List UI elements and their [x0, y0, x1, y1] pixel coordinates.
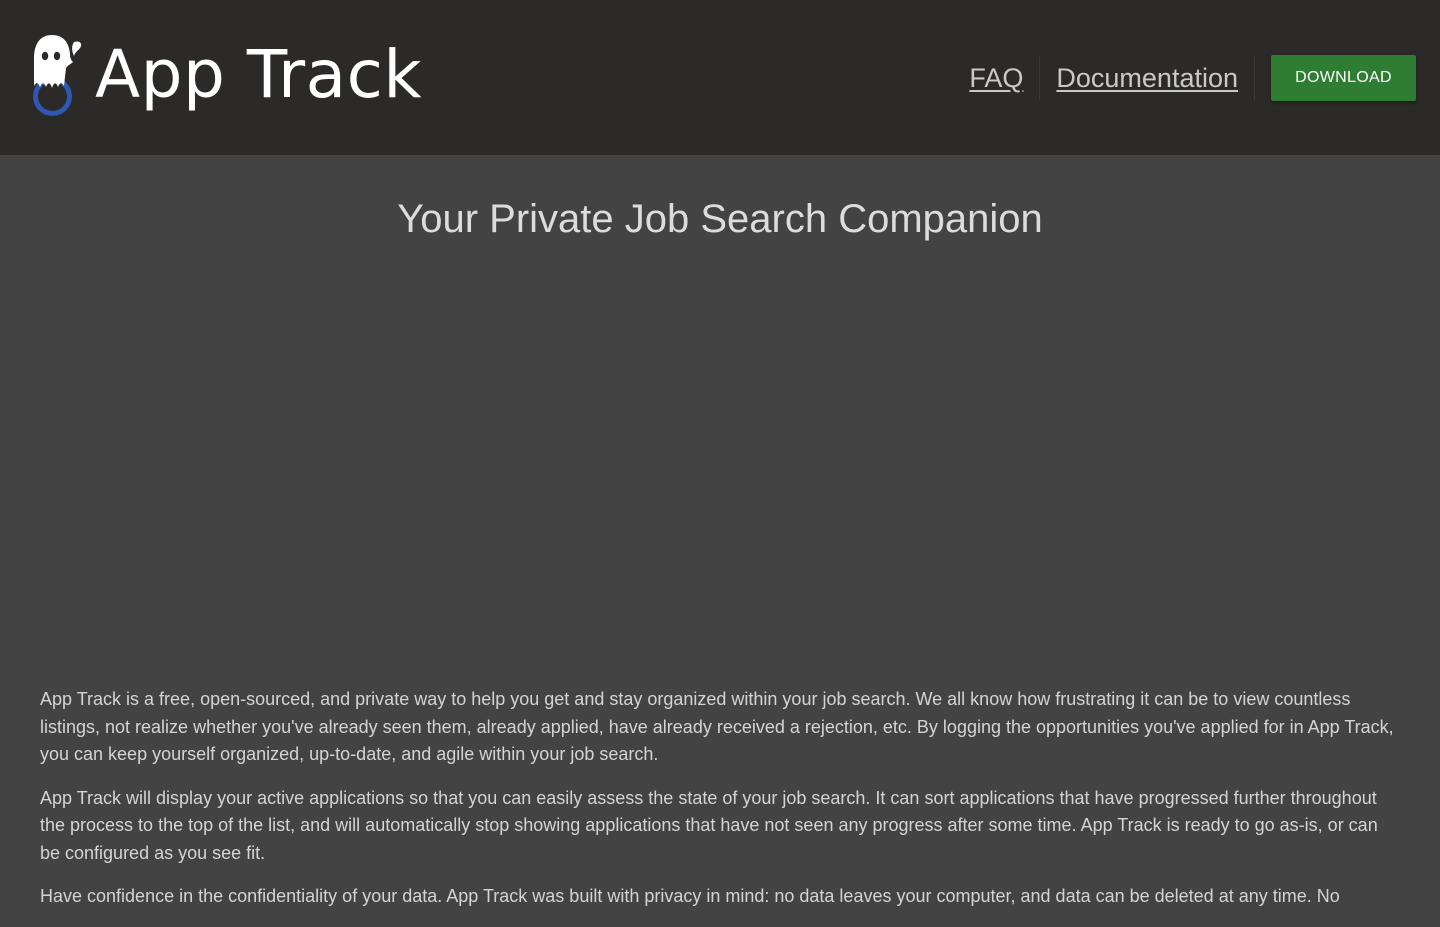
intro-paragraph: Have confidence in the confidentiality o…	[40, 886, 1340, 906]
intro-paragraph: App Track will display your active appli…	[40, 787, 1378, 863]
nav-divider	[1254, 56, 1255, 100]
site-header: App Track FAQ Documentation DOWNLOAD	[0, 0, 1440, 155]
page-tagline: Your Private Job Search Companion	[397, 197, 1043, 241]
intro-paragraph: App Track is a free, open-sourced, and p…	[40, 689, 1394, 764]
download-button[interactable]: DOWNLOAD	[1271, 55, 1416, 101]
top-nav: FAQ Documentation DOWNLOAD	[969, 55, 1416, 101]
nav-link-faq[interactable]: FAQ	[969, 63, 1023, 94]
nav-link-documentation[interactable]: Documentation	[1056, 63, 1238, 94]
ghost-power-icon[interactable]	[30, 32, 86, 118]
intro-content: App Track is a free, open-sourced, and p…	[40, 686, 1402, 927]
hero-media-area	[40, 262, 1400, 672]
brand-name[interactable]: App Track	[95, 30, 422, 120]
nav-divider	[1039, 56, 1041, 100]
